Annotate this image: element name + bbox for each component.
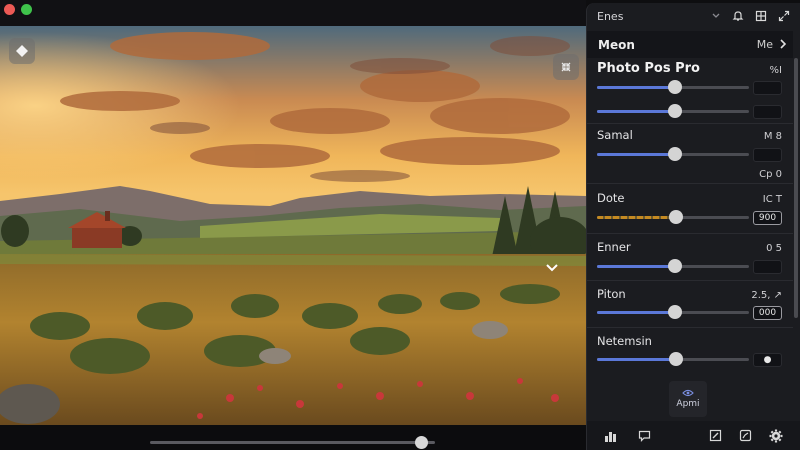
title-bar — [0, 0, 586, 26]
panel-title: Enes — [597, 10, 624, 23]
close-window-button[interactable] — [4, 4, 15, 15]
value-box-netemsin[interactable]: ● — [753, 353, 782, 367]
settings-button[interactable] — [768, 428, 783, 443]
zoom-window-button[interactable] — [21, 4, 32, 15]
comment-icon — [638, 430, 651, 442]
collapse-button[interactable] — [553, 54, 579, 80]
bottom-bar — [0, 425, 586, 450]
section-value-photo-pos-pro: %I — [769, 65, 782, 76]
slider-fill — [597, 86, 675, 89]
bar-chart-icon — [605, 431, 616, 442]
section-value-enner: 0 5 — [766, 243, 782, 254]
chevron-down-icon — [712, 13, 720, 18]
timeline-scrubber-thumb[interactable] — [415, 436, 428, 449]
menu-value: Me — [756, 38, 773, 51]
divider — [587, 280, 793, 281]
image-canvas[interactable] — [0, 26, 586, 425]
histogram-button[interactable] — [603, 428, 618, 443]
notifications-button[interactable] — [731, 9, 745, 23]
divider — [587, 327, 793, 328]
section-value-piton: 2.5, ↗ — [751, 290, 782, 301]
grid-button[interactable] — [754, 9, 768, 23]
divider — [587, 183, 793, 184]
expand-icon — [778, 10, 790, 22]
chevron-down-icon — [546, 264, 558, 272]
edit-button[interactable] — [708, 428, 723, 443]
slider-fill — [597, 311, 675, 314]
diamond-arrow-icon — [16, 45, 28, 57]
slider-thumb[interactable] — [669, 352, 683, 366]
value-box-piton[interactable]: 000 — [753, 306, 782, 320]
expand-panel-button[interactable] — [777, 9, 791, 23]
apply-label: Apmi — [676, 399, 700, 409]
apply-button[interactable]: Apmi — [669, 381, 707, 417]
divider — [587, 123, 793, 124]
edit-icon — [709, 429, 722, 442]
slider-netemsin[interactable] — [597, 352, 749, 366]
value-box-dote[interactable]: 900 — [753, 211, 782, 225]
expand-overlay-button[interactable] — [543, 259, 561, 277]
image-edit-icon — [739, 429, 752, 442]
image-edit-button[interactable] — [738, 428, 753, 443]
menu-row[interactable]: Meon Me — [587, 31, 793, 58]
comments-button[interactable] — [637, 428, 652, 443]
app-window: Enes Meon Me Photo Pos Pro %I Samal M 8 … — [0, 0, 800, 450]
value-box-photo-pos-pro-2[interactable] — [753, 105, 782, 119]
section-label-samal: Samal — [597, 128, 633, 142]
value-box-enner[interactable] — [753, 260, 782, 274]
slider-thumb[interactable] — [668, 80, 682, 94]
section-label-photo-pos-pro: Photo Pos Pro — [597, 61, 700, 76]
tool-button[interactable] — [9, 38, 35, 64]
landscape-painting — [0, 26, 586, 425]
slider-fill — [597, 110, 675, 113]
slider-fill — [597, 265, 675, 268]
section-label-piton: Piton — [597, 287, 626, 301]
section-label-dote: Dote — [597, 191, 625, 205]
slider-enner[interactable] — [597, 259, 749, 273]
slider-samal[interactable] — [597, 147, 749, 161]
panel-scrollbar[interactable] — [794, 58, 798, 318]
slider-dote[interactable] — [597, 210, 749, 224]
section-label-enner: Enner — [597, 240, 631, 254]
section-value-samal: M 8 — [763, 131, 782, 142]
panel-header: Enes — [587, 3, 800, 30]
value-box-photo-pos-pro-1[interactable] — [753, 81, 782, 95]
slider-thumb[interactable] — [669, 210, 683, 224]
chevron-right-icon — [780, 39, 787, 49]
slider-thumb[interactable] — [668, 104, 682, 118]
bell-icon — [732, 11, 744, 21]
menu-label: Meon — [598, 37, 635, 52]
panel-dropdown-button[interactable] — [709, 9, 723, 23]
eye-icon — [682, 389, 694, 397]
slider-thumb[interactable] — [668, 259, 682, 273]
slider-photo-pos-pro-1[interactable] — [597, 80, 749, 94]
slider-fill — [597, 153, 675, 156]
section-value-dote: IC T — [762, 194, 782, 205]
adjustments-panel: Enes Meon Me Photo Pos Pro %I Samal M 8 … — [586, 3, 800, 450]
slider-thumb[interactable] — [668, 305, 682, 319]
panel-toolbar — [587, 421, 800, 450]
slider-fill — [597, 216, 676, 219]
collapse-icon — [561, 62, 571, 72]
grid-icon — [755, 10, 767, 22]
value-box-samal[interactable] — [753, 148, 782, 162]
section-extra-samal: Cp 0 — [759, 169, 782, 180]
slider-fill — [597, 358, 676, 361]
slider-thumb[interactable] — [668, 147, 682, 161]
section-label-netemsin: Netemsin — [597, 334, 652, 348]
divider — [587, 233, 793, 234]
timeline-scrubber[interactable] — [150, 441, 435, 444]
slider-piton[interactable] — [597, 305, 749, 319]
slider-photo-pos-pro-2[interactable] — [597, 104, 749, 118]
gear-icon — [769, 429, 782, 442]
